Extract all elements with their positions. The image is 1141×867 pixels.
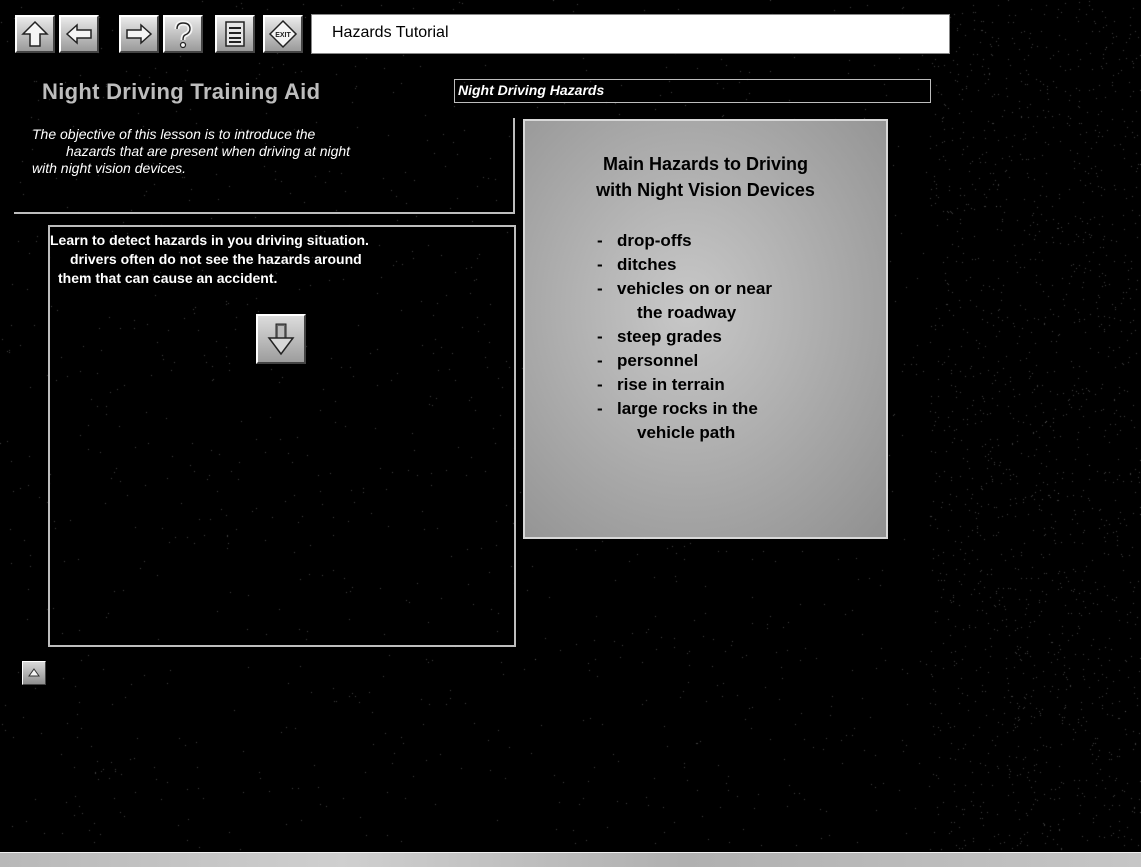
back-arrow-icon <box>65 23 92 45</box>
up-button[interactable] <box>15 15 55 53</box>
content-panel <box>48 225 516 647</box>
hazard-item: - ditches <box>597 253 772 277</box>
hazard-item: - large rocks in the <box>597 397 772 421</box>
back-button[interactable] <box>59 15 99 53</box>
hazards-list: - drop-offs - ditches - vehicles on or near th… <box>597 229 772 445</box>
hazard-item: - drop-offs <box>597 229 772 253</box>
section-title: Night Driving Hazards <box>454 79 931 103</box>
hazard-item: - steep grades <box>597 325 772 349</box>
hazard-text: drop-offs <box>617 231 692 250</box>
objective-line: The objective of this lesson is to intro… <box>32 126 316 142</box>
hazard-text: steep grades <box>617 327 722 346</box>
content-line: Learn to detect hazards in you driving s… <box>50 232 369 248</box>
hazard-item: - rise in terrain <box>597 373 772 397</box>
contents-button[interactable] <box>215 15 255 53</box>
next-button[interactable] <box>256 314 306 364</box>
exit-label: EXIT <box>275 32 291 39</box>
contents-icon <box>225 21 245 47</box>
hazard-item: - vehicles on or near <box>597 277 772 301</box>
hazard-text: ditches <box>617 255 677 274</box>
hazard-text: rise in terrain <box>617 375 725 394</box>
small-up-arrow-icon <box>28 668 40 677</box>
hazard-bullet: - <box>597 327 603 346</box>
hazards-title-line: Main Hazards to Driving <box>602 154 809 174</box>
hazards-card: Main Hazards to Driving with Night Visio… <box>523 119 888 539</box>
hazard-text: vehicles on or near <box>617 279 772 298</box>
hazard-item-continuation: vehicle path <box>637 423 736 442</box>
content-line: them that can cause an accident. <box>58 270 278 286</box>
hazard-text: large rocks in the <box>617 399 758 418</box>
app-title: Night Driving Training Aid <box>42 79 321 104</box>
status-bar <box>0 852 1141 867</box>
content-line: drivers often do not see the hazards aro… <box>70 251 362 267</box>
content-text: Learn to detect hazards in you driving s… <box>50 231 512 288</box>
forward-arrow-icon <box>126 23 153 45</box>
hazard-bullet: - <box>597 399 603 418</box>
hazards-title-line: with Night Vision Devices <box>596 180 815 200</box>
help-icon <box>174 20 193 49</box>
down-arrow-icon <box>267 323 295 356</box>
objective-line: with night vision devices. <box>32 160 187 176</box>
help-button[interactable] <box>163 15 203 53</box>
exit-icon: EXIT <box>268 19 298 49</box>
hazard-bullet: - <box>597 231 603 250</box>
exit-button[interactable]: EXIT <box>263 15 303 53</box>
hazard-item-continuation: the roadway <box>637 303 737 322</box>
forward-button[interactable] <box>119 15 159 53</box>
hazards-title: Main Hazards to Driving with Night Visio… <box>525 151 886 203</box>
hazard-bullet: - <box>597 351 603 370</box>
hazard-bullet: - <box>597 279 603 298</box>
small-up-button[interactable] <box>22 661 46 685</box>
objective-line: hazards that are present when driving at… <box>66 143 351 159</box>
window-title: Hazards Tutorial <box>311 14 950 54</box>
hazard-bullet: - <box>597 255 603 274</box>
hazard-bullet: - <box>597 375 603 394</box>
up-arrow-icon <box>21 20 49 47</box>
hazard-text: personnel <box>617 351 699 370</box>
objective-text: The objective of this lesson is to intro… <box>32 126 452 177</box>
hazard-item: - personnel <box>597 349 772 373</box>
